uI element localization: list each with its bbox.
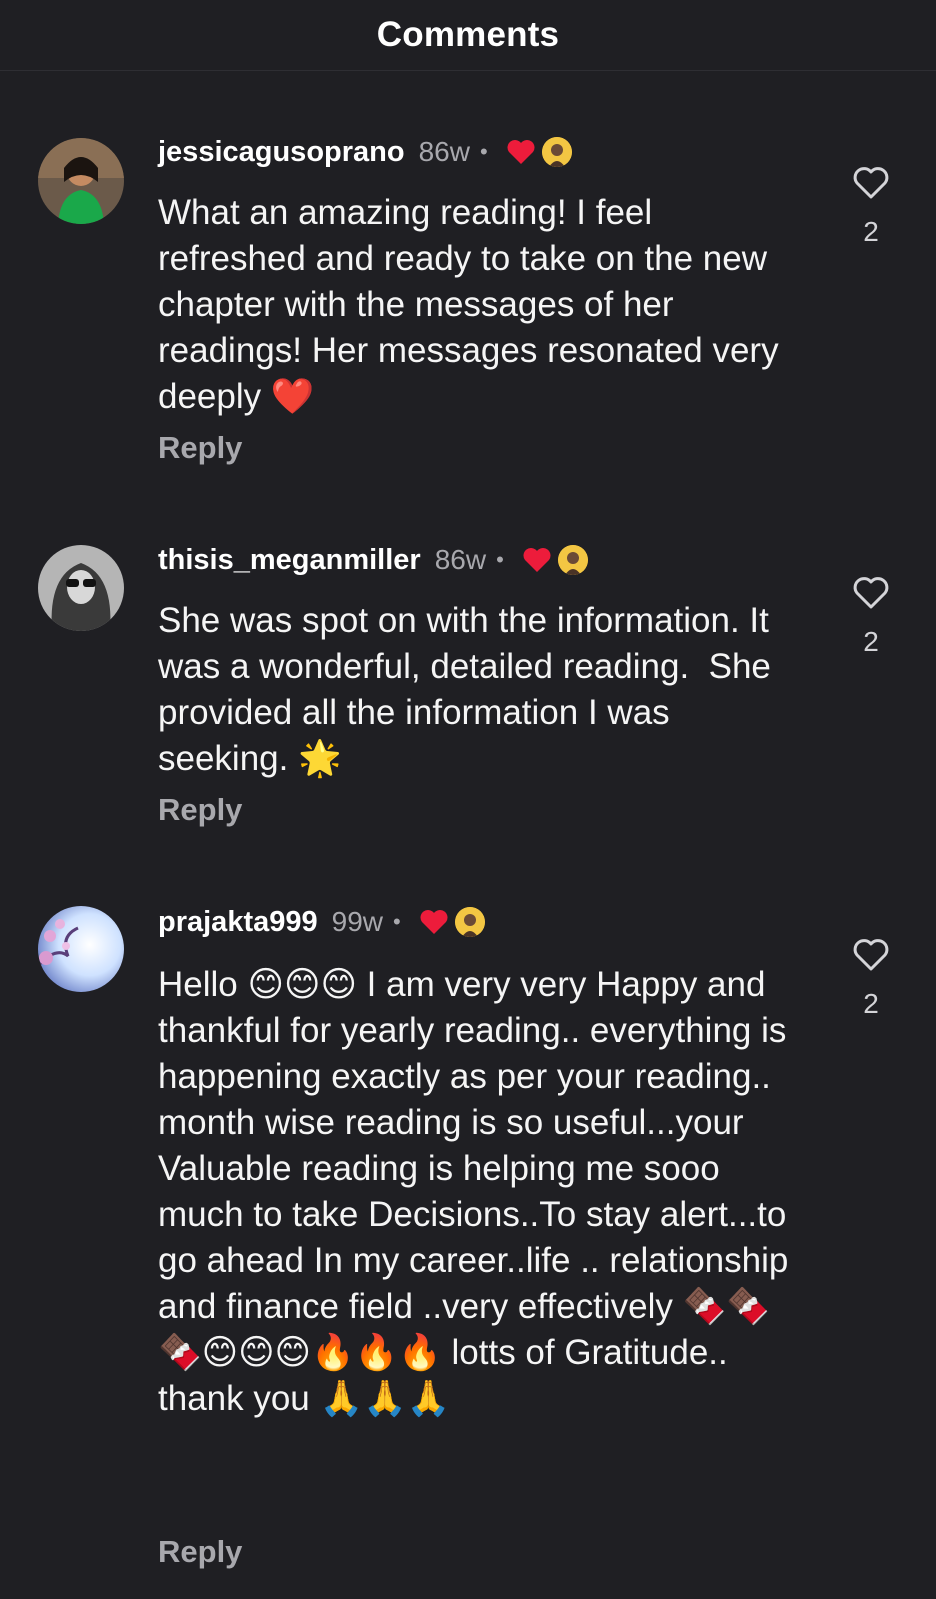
avatar[interactable] (38, 545, 124, 631)
comment-text: What an amazing reading! I feel refreshe… (158, 193, 789, 416)
timestamp: 86w (418, 136, 470, 167)
creator-avatar-icon (454, 907, 485, 937)
like-button[interactable]: 2 (846, 576, 896, 658)
creator-avatar-icon (541, 137, 572, 167)
comments-header: Comments (0, 0, 936, 71)
timestamp: 86w (434, 544, 487, 575)
like-count: 2 (863, 988, 879, 1019)
avatar[interactable] (38, 138, 124, 224)
separator-dot: • (496, 547, 504, 572)
creator-liked-heart-icon (506, 138, 536, 166)
heart-outline-icon[interactable] (852, 166, 890, 200)
reply-button[interactable]: Reply (158, 430, 242, 466)
reply-button[interactable]: Reply (158, 792, 242, 828)
comment-meta: thisis_meganmiller 86w • (158, 540, 588, 580)
page-title: Comments (376, 15, 560, 54)
comment-text: Hello 😊😊😊 I am very very Happy and thank… (158, 965, 799, 1418)
comment-meta: jessicagusoprano 86w • (158, 132, 572, 172)
username[interactable]: thisis_meganmiller (158, 544, 421, 577)
avatar[interactable] (38, 906, 124, 992)
like-count: 2 (863, 216, 879, 247)
creator-liked-heart-icon (419, 908, 449, 936)
like-count: 2 (863, 626, 879, 657)
reply-button[interactable]: Reply (158, 1534, 242, 1570)
username[interactable]: jessicagusoprano (158, 136, 405, 169)
timestamp: 99w (331, 906, 383, 937)
separator-dot: • (393, 909, 401, 934)
username[interactable]: prajakta999 (158, 906, 318, 939)
heart-outline-icon[interactable] (852, 576, 890, 610)
separator-dot: • (479, 139, 488, 164)
creator-liked-heart-icon (522, 546, 552, 574)
like-button[interactable]: 2 (846, 938, 896, 1020)
creator-avatar-icon (557, 545, 588, 575)
comment-text: She was spot on with the information. It… (158, 601, 781, 778)
heart-outline-icon[interactable] (852, 938, 890, 972)
comment-meta: prajakta999 99w • (158, 902, 485, 942)
like-button[interactable]: 2 (846, 166, 896, 248)
